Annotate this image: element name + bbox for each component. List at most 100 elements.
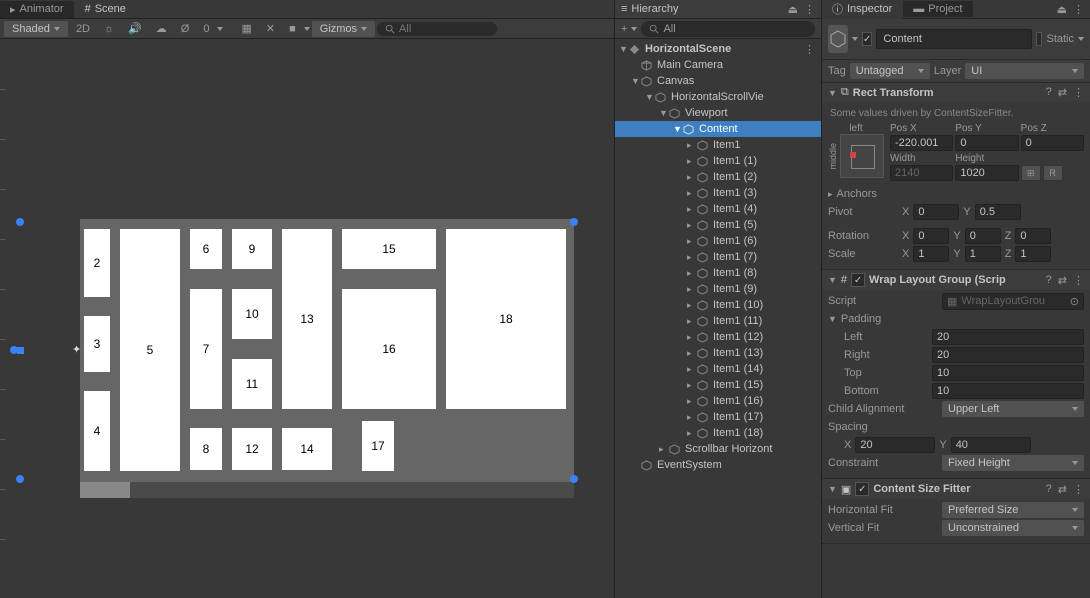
scene-search[interactable]: All [377,22,497,36]
child-alignment-dropdown[interactable]: Upper Left [942,401,1084,417]
tree-row[interactable]: ▸Item1 (3) [615,185,821,201]
layout-item[interactable]: 13 [282,229,332,409]
layout-item[interactable]: 14 [282,428,332,470]
foldout-icon[interactable]: ▸ [687,332,697,343]
foldout-icon[interactable]: ▸ [687,204,697,215]
posx-input[interactable] [890,135,953,151]
tree-row[interactable]: ▸Item1 (15) [615,377,821,393]
foldout-icon[interactable]: ▸ [687,236,697,247]
foldout-icon[interactable]: ▸ [687,316,697,327]
content-area[interactable]: 2 3 4 5 6 7 8 9 10 11 12 13 14 15 16 17 … [80,221,570,475]
gameobject-type-icon[interactable] [828,25,848,53]
rot-x-input[interactable] [913,228,949,244]
tree-row[interactable]: ▸Item1 [615,137,821,153]
foldout-icon[interactable]: ▸ [687,220,697,231]
help-icon[interactable]: ? [1046,86,1052,99]
foldout-icon[interactable]: ▸ [828,189,833,200]
gizmo-handle[interactable] [570,475,578,483]
foldout-icon[interactable]: ▸ [659,444,669,455]
scale-y-input[interactable] [965,246,1001,262]
foldout-icon[interactable]: ▸ [687,156,697,167]
camera-icon[interactable]: ■ [283,21,302,37]
tree-row[interactable]: ▸Item1 (14) [615,361,821,377]
tree-row[interactable]: ▼ Viewport [615,105,821,121]
constraint-dropdown[interactable]: Fixed Height [942,455,1084,471]
horizontal-scrollbar[interactable] [80,482,574,498]
lighting-icon[interactable]: ☼ [98,21,120,37]
layout-item[interactable]: 18 [446,229,566,409]
tree-row[interactable]: ▸Item1 (17) [615,409,821,425]
padding-bottom-input[interactable] [932,383,1084,399]
foldout-icon[interactable]: ▼ [828,484,837,494]
hidden-icon[interactable]: 0 [197,21,215,37]
tree-row[interactable]: ▼ Canvas [615,73,821,89]
layout-item[interactable]: 17 [362,421,394,471]
layout-item[interactable]: 8 [190,428,222,470]
foldout-icon[interactable]: ▼ [673,124,683,134]
layout-item[interactable]: 5 [120,229,180,471]
anchor-preset-button[interactable] [840,134,884,178]
gizmo-handle[interactable] [570,218,578,226]
rot-z-input[interactable] [1015,228,1051,244]
menu-icon[interactable]: ⋮ [1073,86,1084,99]
tab-project[interactable]: ▬ Project [903,1,972,17]
tree-row[interactable]: ▸Item1 (1) [615,153,821,169]
tab-animator[interactable]: ▸ Animator [0,1,74,18]
foldout-icon[interactable]: ▼ [828,275,837,285]
menu-icon[interactable]: ⋮ [1073,3,1084,16]
posy-input[interactable] [955,135,1018,151]
tab-inspector[interactable]: ⓘ Inspector [822,0,902,19]
tree-row[interactable]: Main Camera [615,57,821,73]
tree-row[interactable]: ▸Item1 (13) [615,345,821,361]
preset-icon[interactable]: ⇄ [1058,483,1067,496]
tag-dropdown[interactable]: Untagged [850,63,930,79]
layer-dropdown[interactable]: UI [965,63,1084,79]
gizmo-vis-icon[interactable]: Ø [175,21,196,37]
tree-row-content[interactable]: ▼ Content [615,121,821,137]
foldout-icon[interactable]: ▸ [687,364,697,375]
help-icon[interactable]: ? [1046,274,1052,287]
layout-item[interactable]: 4 [84,391,110,471]
menu-icon[interactable]: ⋮ [804,3,815,16]
foldout-icon[interactable]: ▼ [828,88,837,98]
tree-row[interactable]: ▸Item1 (4) [615,201,821,217]
tree-row[interactable]: ▼ HorizontalScrollVie [615,89,821,105]
foldout-icon[interactable]: ▸ [687,172,697,183]
layout-item[interactable]: 16 [342,289,436,409]
scale-x-input[interactable] [913,246,949,262]
tab-scene[interactable]: # Scene [75,1,136,17]
lock-icon[interactable]: ⏏ [788,3,798,16]
padding-right-input[interactable] [932,347,1084,363]
tree-row[interactable]: ▸Item1 (5) [615,217,821,233]
tree-row[interactable]: ▸Item1 (2) [615,169,821,185]
lock-icon[interactable]: ⏏ [1057,3,1067,16]
help-icon[interactable]: ? [1046,483,1052,496]
raw-edit-button[interactable]: R [1043,165,1063,181]
scrollbar-thumb[interactable] [80,482,130,498]
padding-left-input[interactable] [932,329,1084,345]
object-picker-icon[interactable]: ⊙ [1070,295,1079,308]
foldout-icon[interactable]: ▼ [645,92,655,102]
layout-item[interactable]: 10 [232,289,272,339]
preset-icon[interactable]: ⇄ [1058,86,1067,99]
blueprint-mode-button[interactable]: ⊞ [1021,165,1041,181]
tree-row[interactable]: ▸Item1 (16) [615,393,821,409]
hierarchy-search-input[interactable]: All [641,21,815,37]
foldout-icon[interactable]: ▼ [631,76,641,86]
tree-row[interactable]: ▸Scrollbar Horizont [615,441,821,457]
spacing-x-input[interactable] [855,437,935,453]
foldout-icon[interactable]: ▸ [687,268,697,279]
gizmos-dropdown[interactable]: Gizmos [312,21,375,37]
tree-scene-row[interactable]: ▼ HorizontalScene ⋮ [615,41,821,57]
layout-item[interactable]: 11 [232,359,272,409]
preset-icon[interactable]: ⇄ [1058,274,1067,287]
tree-row[interactable]: ▸Item1 (6) [615,233,821,249]
vertical-fit-dropdown[interactable]: Unconstrained [942,520,1084,536]
layout-item[interactable]: 7 [190,289,222,409]
foldout-icon[interactable]: ▸ [687,140,697,151]
foldout-icon[interactable]: ▸ [687,348,697,359]
tool-icon[interactable]: ✕ [260,20,281,37]
static-checkbox[interactable] [1036,32,1042,46]
mode-2d-toggle[interactable]: 2D [70,21,96,37]
layout-item[interactable]: 3 [84,316,110,372]
